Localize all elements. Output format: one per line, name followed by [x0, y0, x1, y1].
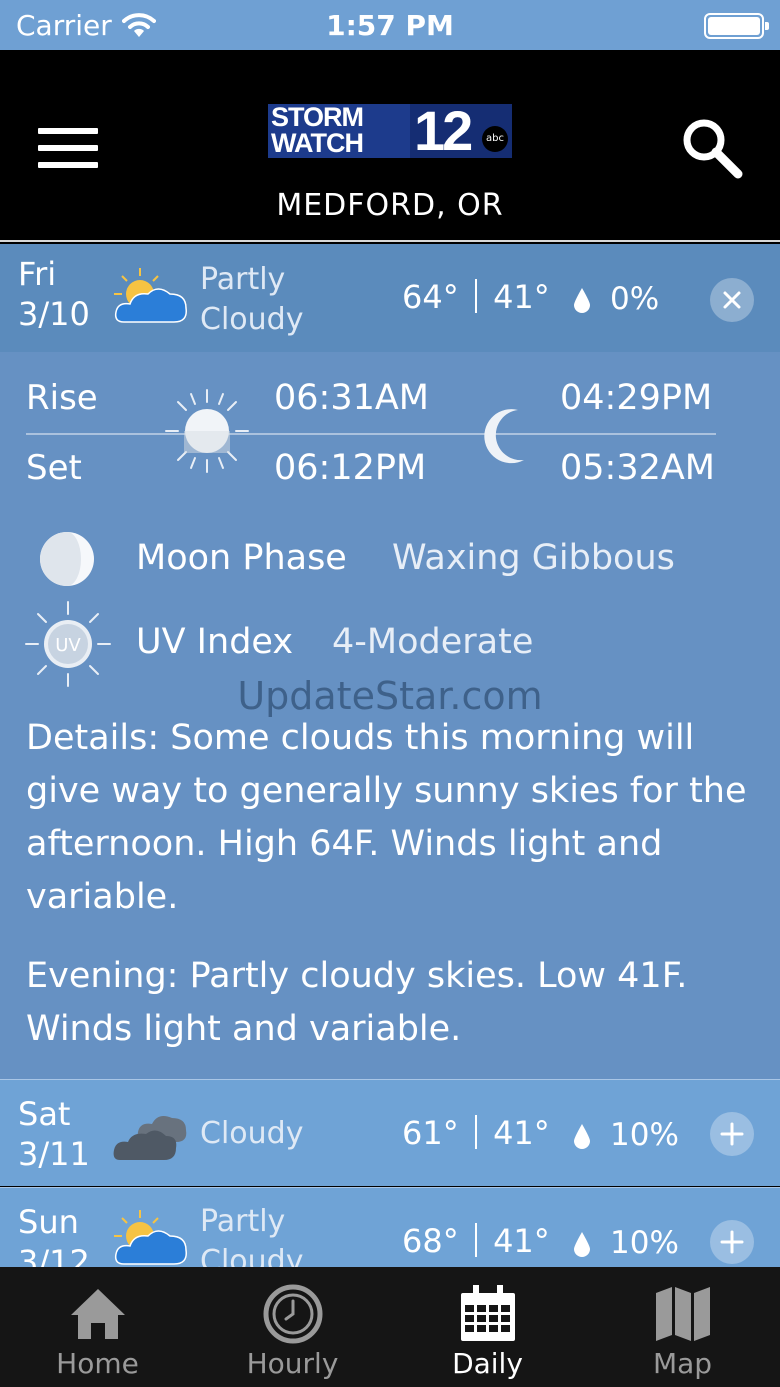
- app-header: STORM WATCH 12 abc MEDFORD, OR: [0, 50, 780, 242]
- moonrise-time: 04:29PM: [560, 378, 713, 418]
- condition-line: Cloudy: [200, 302, 304, 337]
- day-label: Fri 3/10: [18, 254, 90, 334]
- day-name: Sat: [18, 1095, 71, 1133]
- status-bar: Carrier 1:57 PM: [0, 0, 780, 50]
- sun-icon: [165, 389, 249, 473]
- day-label: Sun 3/12: [18, 1202, 90, 1267]
- day-row-sat[interactable]: Sat 3/11 Cloudy 61° 41° 10%: [0, 1079, 780, 1186]
- moonset-time: 05:32AM: [560, 448, 716, 488]
- partly-cloudy-icon: [114, 268, 187, 323]
- tab-label: Hourly: [246, 1347, 339, 1380]
- uv-index-label: UV Index: [136, 622, 294, 662]
- clock-icon: [263, 1284, 323, 1344]
- tab-home[interactable]: Home: [0, 1267, 195, 1387]
- menu-icon-bar: [38, 128, 98, 134]
- temp-separator: [474, 1223, 477, 1257]
- cloudy-icon: [113, 1116, 187, 1160]
- uv-icon-text: UV: [55, 635, 81, 656]
- day-row-fri[interactable]: Fri 3/10 Partly Cloudy 64° 41° 0%: [0, 244, 780, 352]
- condition-text: Partly Cloudy: [200, 260, 303, 340]
- precip-chance: 0%: [610, 281, 660, 317]
- condition-line: Partly: [200, 262, 286, 297]
- low-temp: 41°: [493, 1114, 550, 1152]
- home-icon: [71, 1289, 125, 1339]
- moon-phase-label: Moon Phase: [136, 538, 347, 578]
- sunset-time: 06:12PM: [274, 448, 427, 488]
- raindrop-icon: [574, 1124, 590, 1149]
- tab-label: Map: [652, 1347, 713, 1380]
- abc-logo-icon: abc: [482, 126, 508, 152]
- condition-line: Partly: [200, 1204, 286, 1239]
- condition-text: Cloudy: [200, 1116, 304, 1151]
- day-date: 3/12: [18, 1243, 90, 1267]
- moon-phase-icon: [40, 532, 94, 586]
- tab-label: Home: [56, 1347, 139, 1380]
- raindrop-icon: [574, 1232, 590, 1257]
- low-temp: 41°: [493, 278, 550, 316]
- raindrop-icon: [574, 288, 590, 313]
- expand-button[interactable]: [710, 1220, 754, 1264]
- temperature-range: 61° 41°: [402, 1114, 550, 1152]
- collapse-button[interactable]: [710, 278, 754, 322]
- day-label: Sat 3/11: [18, 1094, 90, 1174]
- tab-daily[interactable]: Daily: [390, 1267, 585, 1387]
- high-temp: 64°: [402, 278, 459, 316]
- evening-text: Evening: Partly cloudy skies. Low 41F. W…: [26, 956, 688, 1049]
- temperature-range: 64° 41°: [402, 278, 550, 316]
- set-label: Set: [26, 448, 82, 488]
- temp-separator: [474, 279, 477, 313]
- high-temp: 68°: [402, 1222, 459, 1260]
- day-name: Fri: [18, 255, 57, 293]
- day-row-sun[interactable]: Sun 3/12 Partly Cloudy 68° 41° 10%: [0, 1187, 780, 1267]
- condition-line: Cloudy: [200, 1244, 304, 1267]
- menu-icon-bar: [38, 162, 98, 168]
- sunrise-time: 06:31AM: [274, 378, 430, 418]
- calendar-icon: [461, 1285, 515, 1341]
- tab-map[interactable]: Map: [585, 1267, 780, 1387]
- status-time: 1:57 PM: [326, 9, 454, 42]
- condition-text: Partly Cloudy: [200, 1202, 303, 1267]
- tab-label: Daily: [452, 1347, 523, 1380]
- menu-button[interactable]: [38, 128, 100, 170]
- tab-hourly[interactable]: Hourly: [195, 1267, 390, 1387]
- day-date: 3/10: [18, 295, 90, 333]
- rise-label: Rise: [26, 378, 98, 418]
- logo-line-1: STORM: [271, 102, 364, 132]
- battery-icon: [704, 13, 769, 39]
- uv-index-value: 4-Moderate: [332, 622, 534, 662]
- map-icon: [656, 1287, 710, 1341]
- menu-icon-bar: [38, 145, 98, 151]
- day-name: Sun: [18, 1203, 79, 1241]
- location-title: MEDFORD, OR: [276, 188, 504, 223]
- rise-set-divider: [26, 433, 716, 435]
- day-details-panel: Rise Set 06:31AM 06:12PM 04:29PM 05:32AM…: [0, 352, 780, 1079]
- high-temp: 61°: [402, 1114, 459, 1152]
- precip-chance: 10%: [610, 1225, 679, 1261]
- partly-cloudy-icon: [114, 1210, 187, 1265]
- stormwatch-logo: STORM WATCH 12 abc: [268, 103, 512, 159]
- logo-text: STORM WATCH: [268, 104, 410, 158]
- moon-icon: [484, 409, 524, 464]
- precip-chance: 10%: [610, 1117, 679, 1153]
- temperature-range: 68° 41°: [402, 1222, 550, 1260]
- logo-line-2: WATCH: [271, 128, 364, 158]
- day-date: 3/11: [18, 1135, 90, 1173]
- details-text: Details: Some clouds this morning will g…: [26, 718, 747, 917]
- expand-button[interactable]: [710, 1112, 754, 1156]
- low-temp: 41°: [493, 1222, 550, 1260]
- moon-phase-value: Waxing Gibbous: [392, 538, 675, 578]
- tab-bar: Home Hourly Daily Map: [0, 1267, 780, 1387]
- search-icon[interactable]: [680, 116, 744, 180]
- temp-separator: [474, 1115, 477, 1149]
